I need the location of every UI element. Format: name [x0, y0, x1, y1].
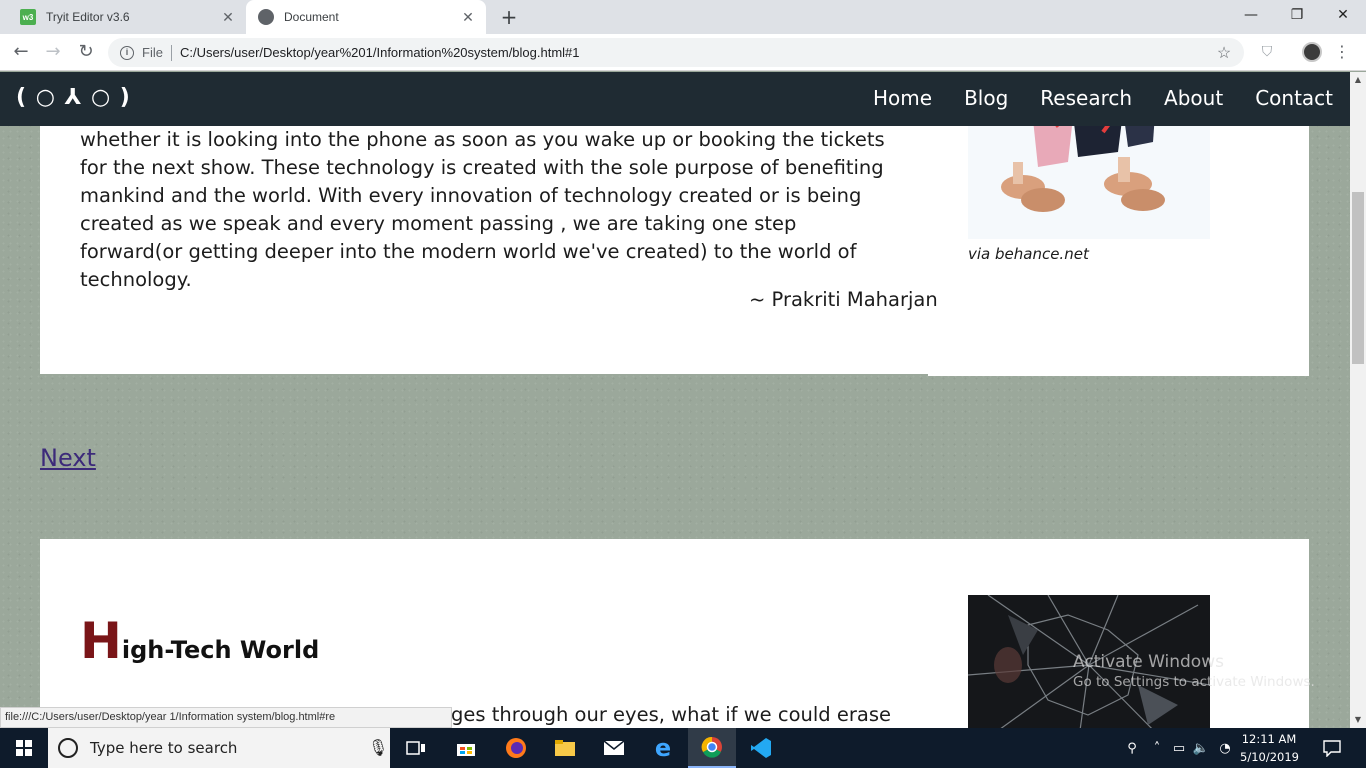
scroll-thumb[interactable]	[1352, 192, 1364, 364]
tab-document[interactable]: Document ✕	[246, 0, 486, 34]
clock-date: 5/10/2019	[1240, 750, 1299, 764]
browser-toolbar: ← → ↻ i File C:/Users/user/Desktop/year%…	[0, 34, 1366, 71]
reload-icon[interactable]: ↻	[73, 39, 99, 65]
cortana-icon	[58, 738, 78, 758]
profile-avatar[interactable]	[1302, 42, 1322, 62]
tab-tryit-editor[interactable]: w3 Tryit Editor v3.6 ✕	[8, 0, 246, 34]
paragraph-text: ges through our eyes, what if we could e…	[451, 703, 891, 726]
people-icon[interactable]: ⚲	[1118, 741, 1146, 756]
w3schools-icon: w3	[20, 9, 36, 25]
mail-icon[interactable]	[590, 728, 638, 768]
activate-windows-watermark: Activate Windows Go to Settings to activ…	[1073, 652, 1315, 690]
windows-start-icon[interactable]	[0, 728, 48, 768]
shield-extension-icon[interactable]: ⛉	[1258, 43, 1276, 61]
new-tab-button[interactable]: +	[498, 6, 520, 28]
search-placeholder: Type here to search	[90, 739, 238, 757]
nav-about[interactable]: About	[1164, 86, 1223, 110]
browser-titlebar: w3 Tryit Editor v3.6 ✕ Document ✕ + — ❐ …	[0, 0, 1366, 34]
page-viewport: whether it is looking into the phone as …	[0, 72, 1350, 728]
site-nav-links: Home Blog Research About Contact	[873, 86, 1333, 110]
scroll-up-icon[interactable]: ▲	[1350, 72, 1366, 88]
site-navbar: ( ○ ⅄ ○ ) Home Blog Research About Conta…	[0, 72, 1350, 126]
scroll-down-icon[interactable]: ▼	[1350, 712, 1366, 728]
close-window-icon[interactable]: ✕	[1320, 0, 1366, 30]
close-tab-icon[interactable]: ✕	[460, 9, 476, 25]
image-caption: via behance.net	[968, 245, 1089, 263]
system-tray: ⚲ ˄ ▭ 🔈 ◔	[1118, 728, 1238, 768]
notifications-icon[interactable]	[1310, 728, 1354, 768]
firefox-icon[interactable]	[492, 728, 540, 768]
tab-title: Tryit Editor v3.6	[46, 10, 130, 24]
divider	[170, 44, 172, 61]
taskbar-clock[interactable]: 12:11 AM 5/10/2019	[1240, 730, 1299, 766]
windows-taskbar: Type here to search 🎙 e ⚲ ˄ ▭ 🔈 ◔ 12:11 …	[0, 728, 1366, 768]
next-link[interactable]: Next	[40, 444, 96, 472]
bookmark-star-icon[interactable]: ☆	[1214, 43, 1234, 63]
article-title: High-Tech World	[80, 616, 319, 666]
nav-contact[interactable]: Contact	[1255, 86, 1333, 110]
vscode-icon[interactable]	[737, 728, 785, 768]
taskbar-search-box[interactable]: Type here to search 🎙	[48, 728, 390, 768]
nav-blog[interactable]: Blog	[964, 86, 1008, 110]
microphone-icon[interactable]: 🎙	[368, 738, 388, 758]
back-arrow-icon[interactable]: ←	[8, 39, 34, 65]
restore-icon[interactable]: ❐	[1274, 0, 1320, 30]
title-dropcap: H	[80, 612, 122, 670]
edge-icon[interactable]: e	[639, 728, 687, 768]
minimize-icon[interactable]: —	[1228, 0, 1274, 30]
watermark-title: Activate Windows	[1073, 652, 1224, 672]
article-card: High-Tech World ges through our eyes, wh…	[40, 539, 1309, 728]
wifi-icon[interactable]: ◔	[1212, 741, 1238, 756]
task-view-icon[interactable]	[392, 728, 440, 768]
tab-title: Document	[284, 10, 339, 24]
info-icon[interactable]: i	[120, 45, 134, 60]
address-bar[interactable]: i File C:/Users/user/Desktop/year%201/In…	[108, 38, 1244, 67]
chrome-icon[interactable]	[688, 728, 736, 768]
site-logo[interactable]: ( ○ ⅄ ○ )	[16, 85, 131, 110]
card-edge	[928, 374, 1309, 376]
scheme-label: File	[142, 45, 163, 60]
forward-arrow-icon[interactable]: →	[40, 39, 66, 65]
close-tab-icon[interactable]: ✕	[220, 9, 236, 25]
store-icon[interactable]	[442, 728, 490, 768]
nav-home[interactable]: Home	[873, 86, 932, 110]
chevron-up-icon[interactable]: ˄	[1146, 741, 1168, 756]
author-signature: ~ Prakriti Maharjan	[749, 288, 938, 311]
watermark-subtitle: Go to Settings to activate Windows.	[1073, 674, 1315, 690]
volume-icon[interactable]: 🔈	[1190, 741, 1212, 756]
file-explorer-icon[interactable]	[541, 728, 589, 768]
battery-icon[interactable]: ▭	[1168, 741, 1190, 756]
nav-research[interactable]: Research	[1040, 86, 1132, 110]
link-status-bubble: file:///C:/Users/user/Desktop/year 1/Inf…	[0, 707, 452, 728]
url-text[interactable]: C:/Users/user/Desktop/year%201/Informati…	[180, 45, 1214, 60]
article-paragraph: whether it is looking into the phone as …	[80, 128, 885, 291]
clock-time: 12:11 AM	[1241, 732, 1297, 746]
vertical-scrollbar[interactable]: ▲ ▼	[1350, 72, 1366, 728]
more-menu-icon[interactable]: ⋮	[1334, 41, 1350, 63]
globe-icon	[258, 9, 274, 25]
title-text: igh-Tech World	[121, 636, 320, 664]
